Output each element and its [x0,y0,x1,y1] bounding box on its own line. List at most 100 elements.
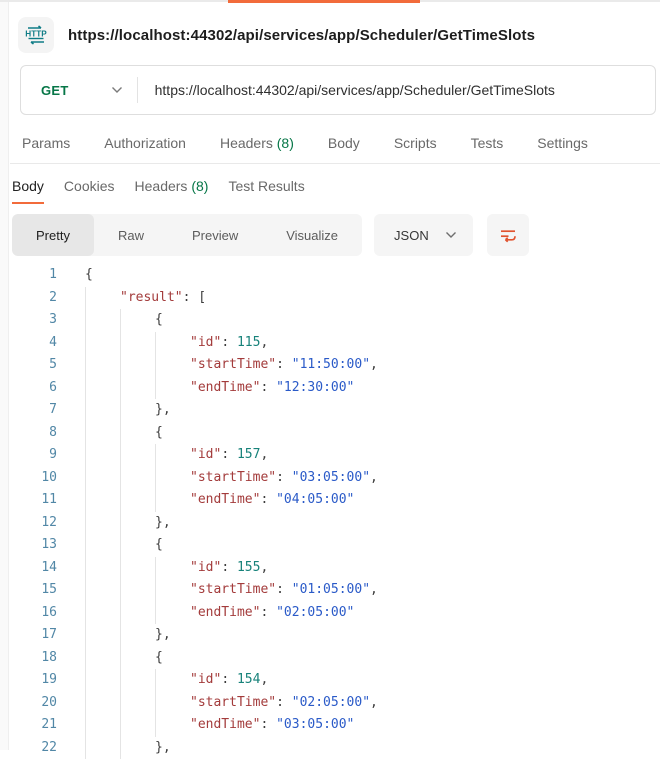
response-tab-headers[interactable]: Headers (8) [135,178,209,204]
code-line: 9"id": 157, [10,444,660,467]
code-line: 8{ [10,422,660,445]
indent-guide [120,467,121,490]
indent-guide [120,309,121,332]
response-tabs: Body Cookies Headers (8) Test Results [10,164,660,204]
indent-guide [120,669,121,692]
line-number: 15 [10,579,57,602]
line-number: 22 [10,737,57,759]
indent-guide [85,354,86,377]
line-number: 2 [10,287,57,310]
tab-authorization[interactable]: Authorization [104,135,186,151]
code-line: 18{ [10,647,660,670]
indent-guide [120,377,121,400]
active-tab-indicator [228,0,420,3]
code-text: "result": [ [120,287,206,310]
code-text: "id": 115, [190,332,268,355]
code-text: { [155,647,163,670]
indent-guide [85,287,86,310]
indent-guide [155,489,156,512]
tab-headers[interactable]: Headers (8) [220,135,294,151]
indent-guide [85,737,86,759]
line-number: 12 [10,512,57,535]
svg-text:HTTP: HTTP [25,30,47,39]
wrap-text-icon [498,225,518,245]
response-tab-test-results[interactable]: Test Results [228,178,304,204]
chevron-down-icon [111,86,123,94]
code-line: 17}, [10,624,660,647]
indent-guide [155,377,156,400]
indent-guide [155,692,156,715]
code-line: 5"startTime": "11:50:00", [10,354,660,377]
view-mode-preview[interactable]: Preview [168,214,262,256]
indent-guide [120,714,121,737]
indent-guide [85,669,86,692]
line-number: 14 [10,557,57,580]
code-text: }, [155,737,171,759]
view-mode-raw[interactable]: Raw [94,214,168,256]
main-content: HTTP https://localhost:44302/api/service… [10,3,660,750]
request-tabs: Params Authorization Headers (8) Body Sc… [10,115,660,164]
code-line: 20"startTime": "02:05:00", [10,692,660,715]
code-text: "endTime": "04:05:00" [190,489,354,512]
code-text: }, [155,624,171,647]
indent-guide [85,512,86,535]
indent-guide [120,422,121,445]
code-line: 10"startTime": "03:05:00", [10,467,660,490]
chevron-down-icon [445,231,457,239]
line-number: 19 [10,669,57,692]
code-line: 1{ [10,264,660,287]
tab-tests[interactable]: Tests [471,135,504,151]
method-label: GET [41,83,69,98]
indent-guide [120,444,121,467]
tab-params[interactable]: Params [22,135,70,151]
code-line: 16"endTime": "02:05:00" [10,602,660,625]
code-line: 6"endTime": "12:30:00" [10,377,660,400]
code-text: "startTime": "02:05:00", [190,692,378,715]
indent-guide [85,399,86,422]
code-line: 14"id": 155, [10,557,660,580]
indent-guide [155,714,156,737]
method-dropdown[interactable]: GET [21,83,137,98]
code-text: "endTime": "03:05:00" [190,714,354,737]
indent-guide [120,512,121,535]
view-mode-pretty[interactable]: Pretty [12,214,94,256]
response-tab-body[interactable]: Body [12,178,44,204]
code-line: 12}, [10,512,660,535]
indent-guide [85,647,86,670]
response-tab-cookies[interactable]: Cookies [64,178,115,204]
line-number: 6 [10,377,57,400]
indent-guide [85,422,86,445]
request-header: HTTP https://localhost:44302/api/service… [10,3,660,65]
wrap-text-button[interactable] [487,214,529,256]
tab-body[interactable]: Body [328,135,360,151]
code-text: { [155,309,163,332]
url-input[interactable] [138,82,655,98]
line-number: 8 [10,422,57,445]
code-line: 19 "id": 154, [10,669,660,692]
indent-guide [120,692,121,715]
indent-guide [120,557,121,580]
view-mode-visualize[interactable]: Visualize [262,214,362,256]
indent-guide [120,647,121,670]
code-line: 4"id": 115, [10,332,660,355]
line-number: 13 [10,534,57,557]
tab-settings[interactable]: Settings [537,135,588,151]
line-number: 5 [10,354,57,377]
indent-guide [120,399,121,422]
tab-scripts[interactable]: Scripts [394,135,437,151]
indent-guide [155,557,156,580]
code-text: "id": 154, [190,669,268,692]
format-dropdown[interactable]: JSON [374,214,473,256]
indent-guide [120,354,121,377]
code-text: { [85,264,93,287]
code-text: { [155,422,163,445]
indent-guide [155,602,156,625]
code-line: 2 "result": [ [10,287,660,310]
indent-guide [85,602,86,625]
code-text: "startTime": "01:05:00", [190,579,378,602]
indent-guide [85,309,86,332]
code-line: 3{ [10,309,660,332]
response-body-code-viewer: 1{2"result": [3{4"id": 115,5"startTime":… [10,264,660,759]
code-line: 22}, [10,737,660,759]
indent-guide [85,377,86,400]
